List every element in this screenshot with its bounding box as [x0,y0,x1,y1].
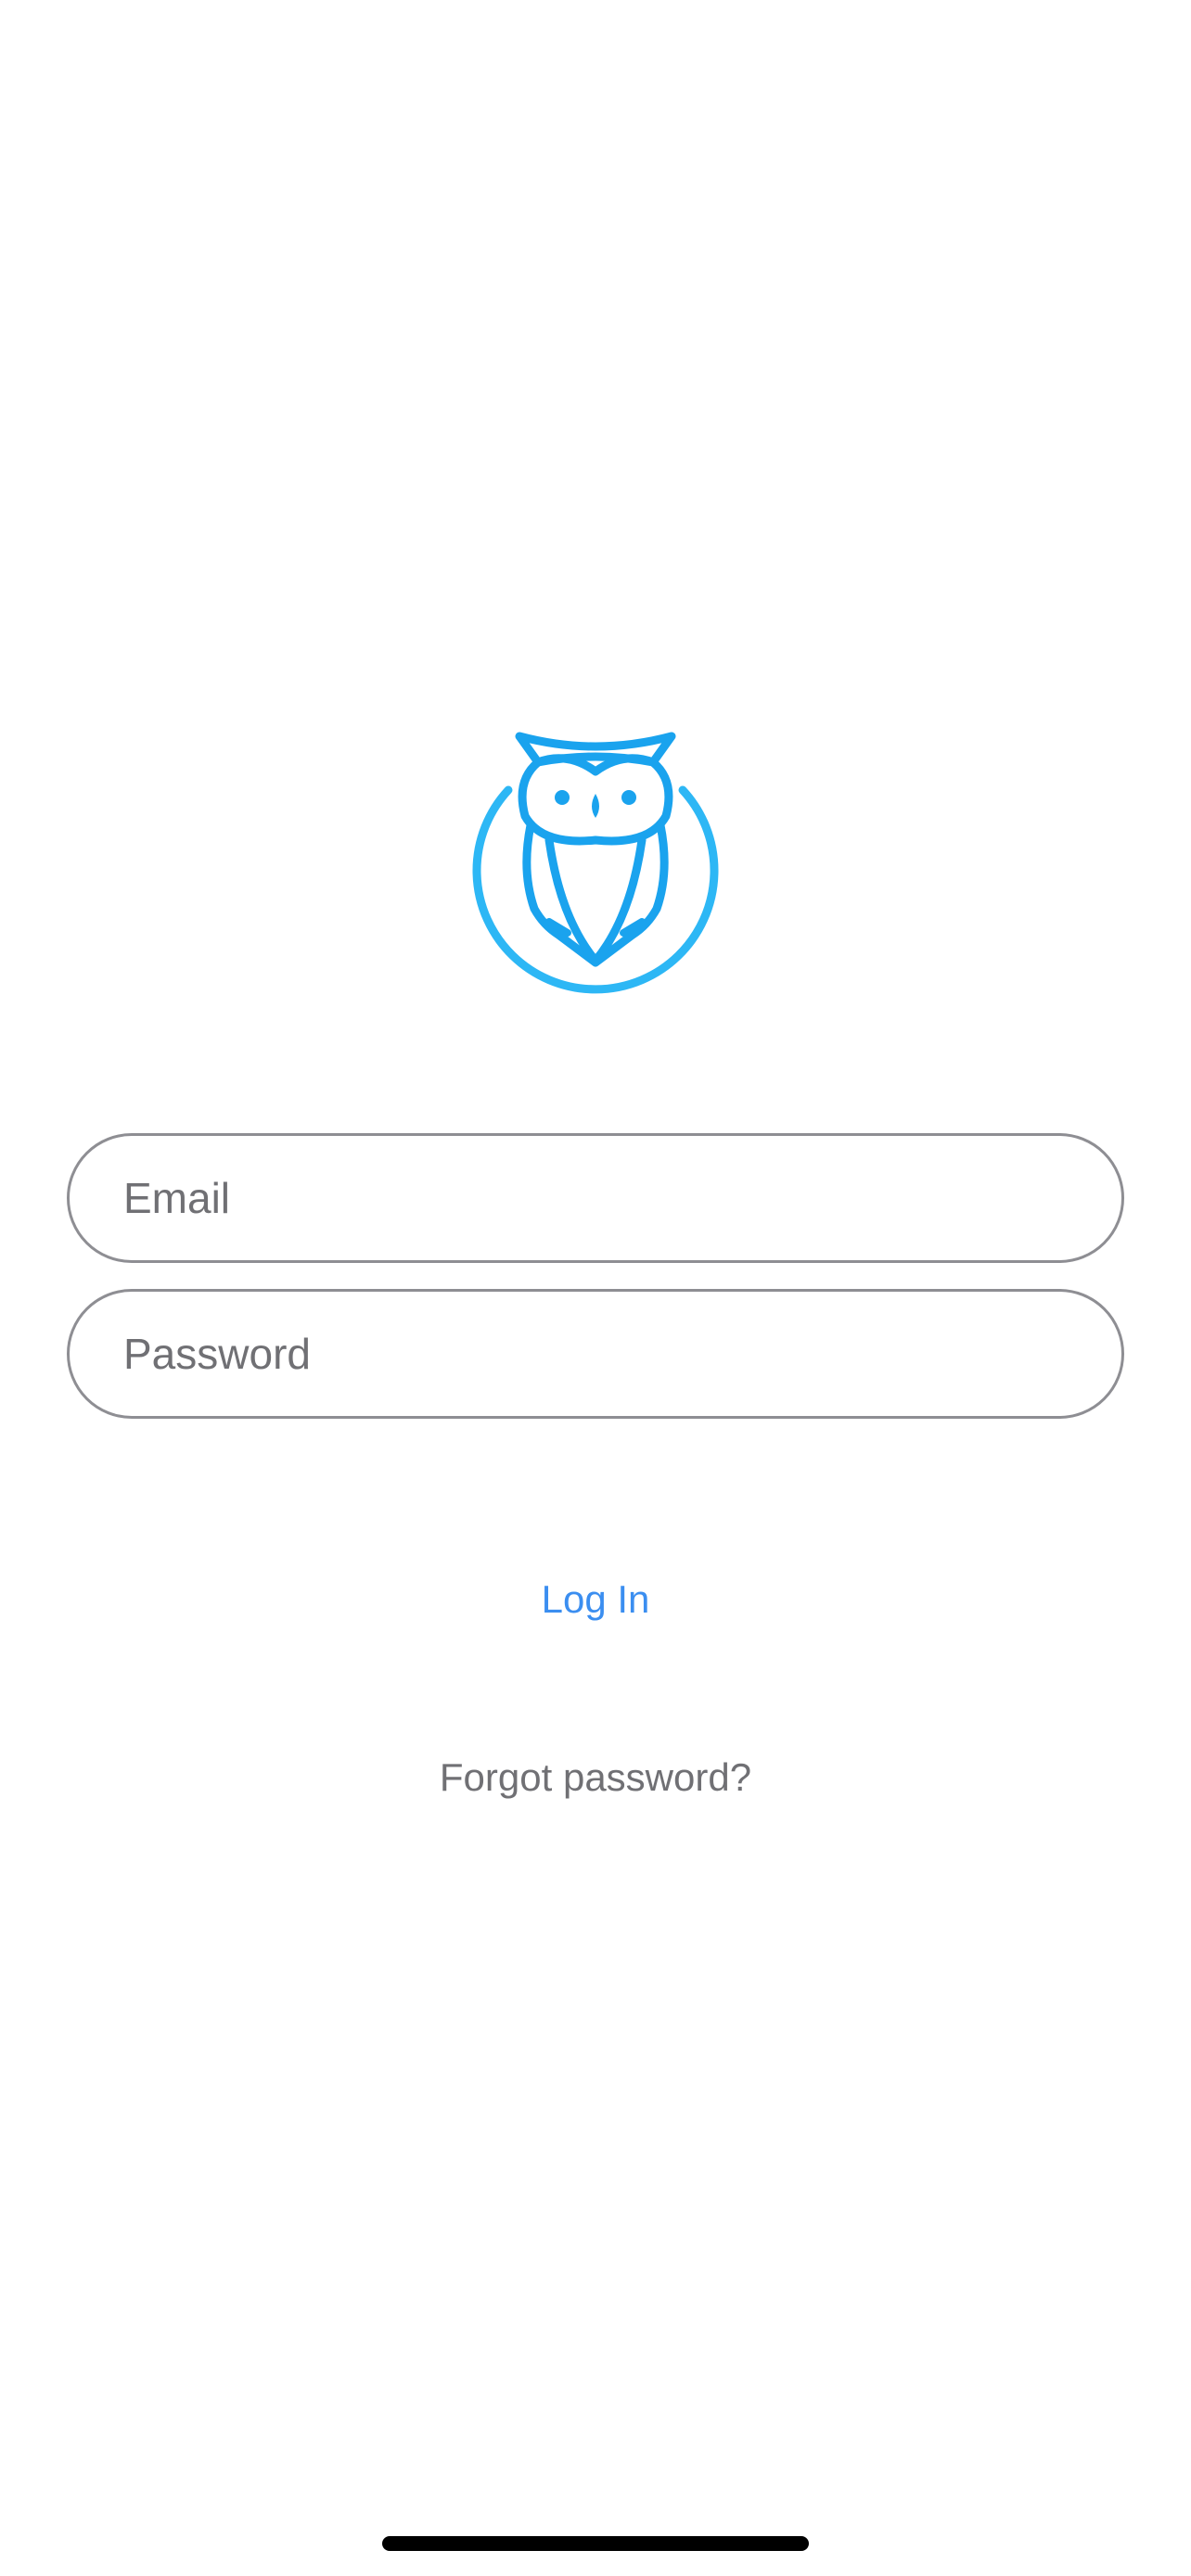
email-input[interactable] [123,1136,1069,1260]
email-field[interactable] [67,1133,1124,1263]
login-screen: Log In Forgot password? [0,0,1191,2576]
password-field[interactable] [67,1289,1124,1419]
login-button[interactable]: Log In [410,1558,781,1641]
owl-logo-icon [464,723,727,1001]
forgot-password-link[interactable]: Forgot password? [317,1736,874,1819]
home-indicator[interactable] [382,2536,809,2551]
password-input[interactable] [123,1292,1069,1416]
